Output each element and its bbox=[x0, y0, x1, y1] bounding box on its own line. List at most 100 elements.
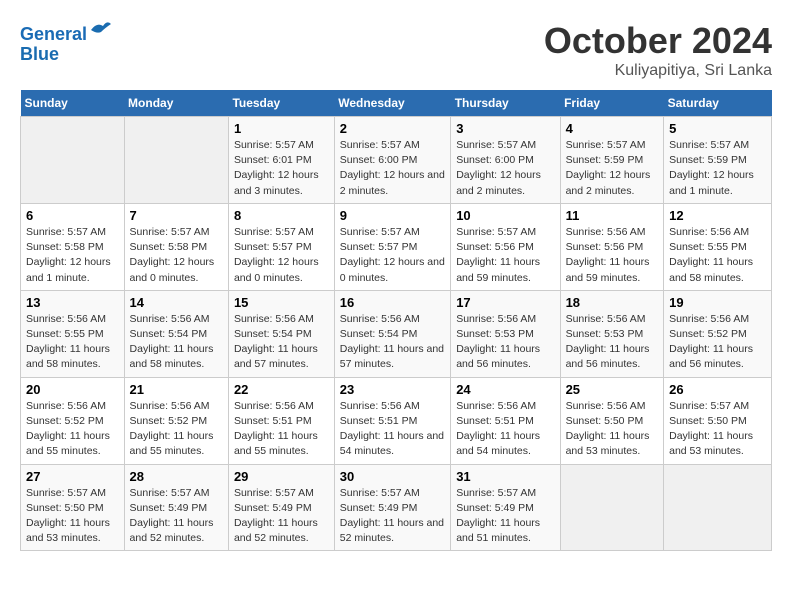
day-info: Sunrise: 5:56 AMSunset: 5:52 PMDaylight:… bbox=[669, 312, 766, 373]
calendar-table: SundayMondayTuesdayWednesdayThursdayFrid… bbox=[20, 90, 772, 551]
calendar-cell: 12 Sunrise: 5:56 AMSunset: 5:55 PMDayligh… bbox=[664, 203, 772, 290]
weekday-header-wednesday: Wednesday bbox=[334, 90, 450, 117]
calendar-cell: 19 Sunrise: 5:56 AMSunset: 5:52 PMDayligh… bbox=[664, 290, 772, 377]
day-number: 10 bbox=[456, 208, 554, 223]
calendar-cell: 10 Sunrise: 5:57 AMSunset: 5:56 PMDayligh… bbox=[451, 203, 560, 290]
calendar-cell: 5 Sunrise: 5:57 AMSunset: 5:59 PMDaylight… bbox=[664, 117, 772, 204]
day-info: Sunrise: 5:57 AMSunset: 5:49 PMDaylight:… bbox=[130, 486, 223, 547]
main-title: October 2024 bbox=[544, 20, 772, 62]
day-number: 14 bbox=[130, 295, 223, 310]
calendar-body: 1 Sunrise: 5:57 AMSunset: 6:01 PMDaylight… bbox=[21, 117, 772, 551]
calendar-cell: 27 Sunrise: 5:57 AMSunset: 5:50 PMDayligh… bbox=[21, 464, 125, 551]
day-info: Sunrise: 5:57 AMSunset: 5:58 PMDaylight:… bbox=[26, 225, 119, 286]
day-info: Sunrise: 5:56 AMSunset: 5:51 PMDaylight:… bbox=[340, 399, 445, 460]
day-info: Sunrise: 5:56 AMSunset: 5:55 PMDaylight:… bbox=[669, 225, 766, 286]
calendar-cell: 4Sunrise: 5:57 AMSunset: 5:59 PMDaylight… bbox=[560, 117, 664, 204]
page-header: General Blue October 2024 Kuliyapitiya, … bbox=[20, 20, 772, 80]
day-number: 11 bbox=[566, 208, 659, 223]
day-number: 30 bbox=[340, 469, 445, 484]
day-info: Sunrise: 5:57 AMSunset: 5:56 PMDaylight:… bbox=[456, 225, 554, 286]
day-number: 1 bbox=[234, 121, 329, 136]
calendar-week-1: 1 Sunrise: 5:57 AMSunset: 6:01 PMDaylight… bbox=[21, 117, 772, 204]
calendar-cell: 18 Sunrise: 5:56 AMSunset: 5:53 PMDayligh… bbox=[560, 290, 664, 377]
weekday-header-row: SundayMondayTuesdayWednesdayThursdayFrid… bbox=[21, 90, 772, 117]
day-info: Sunrise: 5:57 AMSunset: 5:57 PMDaylight:… bbox=[340, 225, 445, 286]
calendar-cell: 15Sunrise: 5:56 AMSunset: 5:54 PMDayligh… bbox=[228, 290, 334, 377]
calendar-cell: 20Sunrise: 5:56 AMSunset: 5:52 PMDayligh… bbox=[21, 377, 125, 464]
day-number: 31 bbox=[456, 469, 554, 484]
calendar-cell: 3 Sunrise: 5:57 AMSunset: 6:00 PMDaylight… bbox=[451, 117, 560, 204]
location-subtitle: Kuliyapitiya, Sri Lanka bbox=[544, 62, 772, 80]
day-number: 25 bbox=[566, 382, 659, 397]
weekday-header-sunday: Sunday bbox=[21, 90, 125, 117]
calendar-week-5: 27 Sunrise: 5:57 AMSunset: 5:50 PMDayligh… bbox=[21, 464, 772, 551]
day-info: Sunrise: 5:56 AMSunset: 5:54 PMDaylight:… bbox=[340, 312, 445, 373]
day-info: Sunrise: 5:57 AMSunset: 6:01 PMDaylight:… bbox=[234, 138, 329, 199]
day-number: 5 bbox=[669, 121, 766, 136]
day-number: 22 bbox=[234, 382, 329, 397]
day-number: 9 bbox=[340, 208, 445, 223]
logo: General Blue bbox=[20, 20, 113, 65]
day-number: 27 bbox=[26, 469, 119, 484]
day-info: Sunrise: 5:57 AMSunset: 5:49 PMDaylight:… bbox=[234, 486, 329, 547]
day-info: Sunrise: 5:56 AMSunset: 5:52 PMDaylight:… bbox=[130, 399, 223, 460]
day-number: 4 bbox=[566, 121, 659, 136]
day-number: 24 bbox=[456, 382, 554, 397]
calendar-week-3: 13 Sunrise: 5:56 AMSunset: 5:55 PMDayligh… bbox=[21, 290, 772, 377]
day-info: Sunrise: 5:56 AMSunset: 5:55 PMDaylight:… bbox=[26, 312, 119, 373]
logo-bird-icon bbox=[89, 20, 113, 40]
day-number: 7 bbox=[130, 208, 223, 223]
weekday-header-friday: Friday bbox=[560, 90, 664, 117]
calendar-cell: 29 Sunrise: 5:57 AMSunset: 5:49 PMDayligh… bbox=[228, 464, 334, 551]
calendar-cell bbox=[560, 464, 664, 551]
logo-general: General bbox=[20, 24, 87, 44]
day-number: 21 bbox=[130, 382, 223, 397]
logo-text: General Blue bbox=[20, 20, 113, 65]
calendar-cell: 1 Sunrise: 5:57 AMSunset: 6:01 PMDaylight… bbox=[228, 117, 334, 204]
day-info: Sunrise: 5:57 AMSunset: 5:49 PMDaylight:… bbox=[340, 486, 445, 547]
day-number: 16 bbox=[340, 295, 445, 310]
day-number: 13 bbox=[26, 295, 119, 310]
calendar-cell: 30 Sunrise: 5:57 AMSunset: 5:49 PMDayligh… bbox=[334, 464, 450, 551]
calendar-cell: 31 Sunrise: 5:57 AMSunset: 5:49 PMDayligh… bbox=[451, 464, 560, 551]
day-info: Sunrise: 5:57 AMSunset: 5:59 PMDaylight:… bbox=[669, 138, 766, 199]
day-number: 8 bbox=[234, 208, 329, 223]
calendar-cell: 21 Sunrise: 5:56 AMSunset: 5:52 PMDayligh… bbox=[124, 377, 228, 464]
day-info: Sunrise: 5:56 AMSunset: 5:53 PMDaylight:… bbox=[456, 312, 554, 373]
day-number: 12 bbox=[669, 208, 766, 223]
day-info: Sunrise: 5:56 AMSunset: 5:51 PMDaylight:… bbox=[456, 399, 554, 460]
calendar-week-2: 6 Sunrise: 5:57 AMSunset: 5:58 PMDaylight… bbox=[21, 203, 772, 290]
day-info: Sunrise: 5:57 AMSunset: 5:49 PMDaylight:… bbox=[456, 486, 554, 547]
day-number: 19 bbox=[669, 295, 766, 310]
calendar-cell: 17 Sunrise: 5:56 AMSunset: 5:53 PMDayligh… bbox=[451, 290, 560, 377]
calendar-week-4: 20 Sunrise: 5:56 AMSunset: 5:52 PMDayligh… bbox=[21, 377, 772, 464]
calendar-cell: 7 Sunrise: 5:57 AMSunset: 5:58 PMDaylight… bbox=[124, 203, 228, 290]
calendar-cell: 13 Sunrise: 5:56 AMSunset: 5:55 PMDayligh… bbox=[21, 290, 125, 377]
weekday-header-tuesday: Tuesday bbox=[228, 90, 334, 117]
day-info: Sunrise: 5:57 AMSunset: 5:58 PMDaylight:… bbox=[130, 225, 223, 286]
day-info: Sunrise: 5:56 AMSunset: 5:53 PMDaylight:… bbox=[566, 312, 659, 373]
day-info: Sunrise: 5:56 AMSunset: 5:50 PMDaylight:… bbox=[566, 399, 659, 460]
calendar-cell: 6 Sunrise: 5:57 AMSunset: 5:58 PMDaylight… bbox=[21, 203, 125, 290]
day-info: Sunrise: 5:57 AMSunset: 5:50 PMDaylight:… bbox=[26, 486, 119, 547]
weekday-header-thursday: Thursday bbox=[451, 90, 560, 117]
calendar-cell: 24 Sunrise: 5:56 AMSunset: 5:51 PMDayligh… bbox=[451, 377, 560, 464]
day-number: 17 bbox=[456, 295, 554, 310]
calendar-cell: 26Sunrise: 5:57 AMSunset: 5:50 PMDayligh… bbox=[664, 377, 772, 464]
day-number: 29 bbox=[234, 469, 329, 484]
day-number: 3 bbox=[456, 121, 554, 136]
day-info: Sunrise: 5:56 AMSunset: 5:54 PMDaylight:… bbox=[130, 312, 223, 373]
day-number: 18 bbox=[566, 295, 659, 310]
day-info: Sunrise: 5:57 AMSunset: 5:50 PMDaylight:… bbox=[669, 399, 766, 460]
title-block: October 2024 Kuliyapitiya, Sri Lanka bbox=[544, 20, 772, 80]
calendar-cell: 25 Sunrise: 5:56 AMSunset: 5:50 PMDayligh… bbox=[560, 377, 664, 464]
day-number: 6 bbox=[26, 208, 119, 223]
day-number: 15 bbox=[234, 295, 329, 310]
calendar-cell: 11 Sunrise: 5:56 AMSunset: 5:56 PMDayligh… bbox=[560, 203, 664, 290]
day-info: Sunrise: 5:57 AMSunset: 6:00 PMDaylight:… bbox=[456, 138, 554, 199]
day-info: Sunrise: 5:56 AMSunset: 5:56 PMDaylight:… bbox=[566, 225, 659, 286]
logo-blue: Blue bbox=[20, 44, 59, 64]
day-number: 20 bbox=[26, 382, 119, 397]
calendar-cell: 16 Sunrise: 5:56 AMSunset: 5:54 PMDayligh… bbox=[334, 290, 450, 377]
calendar-header: SundayMondayTuesdayWednesdayThursdayFrid… bbox=[21, 90, 772, 117]
